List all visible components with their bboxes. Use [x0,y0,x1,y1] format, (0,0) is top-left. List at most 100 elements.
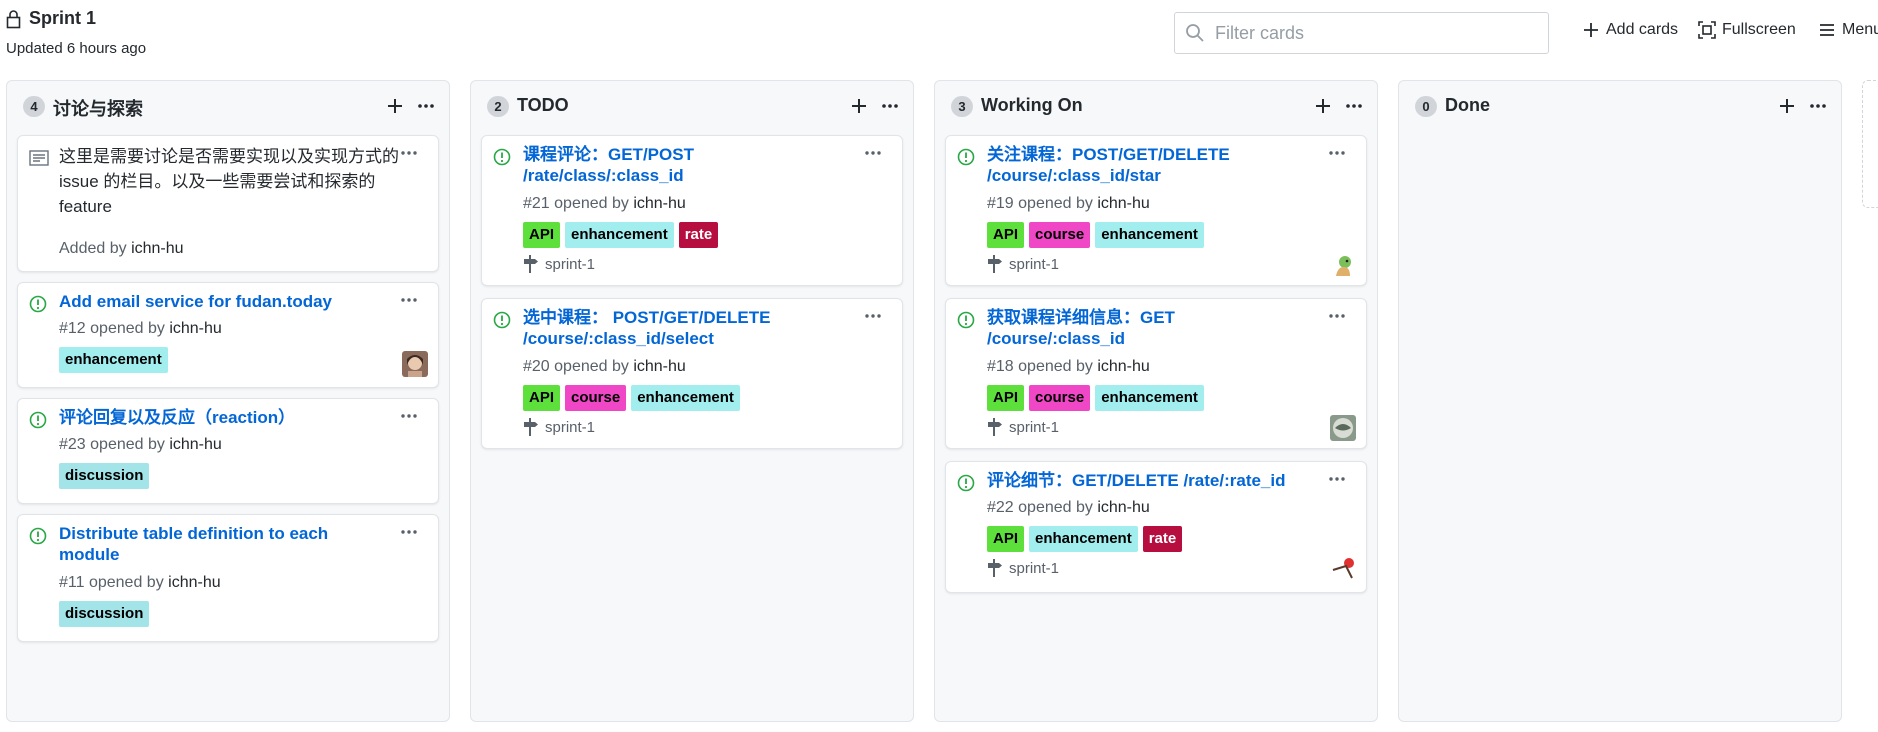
issue-title[interactable]: Distribute table definition to each modu… [59,523,389,565]
card-more-icon[interactable] [1326,144,1348,162]
milestone[interactable]: sprint-1 [523,417,595,437]
card-more-icon[interactable] [1326,470,1348,488]
menu-button[interactable]: Menu [1818,21,1878,39]
more-options-icon[interactable] [1807,95,1829,117]
author-link[interactable]: ichn-hu [169,320,221,337]
issue-card[interactable]: Add email service for fudan.today #12 op… [17,282,439,388]
assignee-avatar[interactable] [1330,252,1356,278]
card-more-icon[interactable] [398,523,420,541]
more-options-icon[interactable] [879,95,901,117]
filter-cards-search[interactable] [1174,12,1549,54]
label-discussion[interactable]: discussion [59,601,150,627]
card-more-icon[interactable] [862,144,884,162]
label-enhancement[interactable]: enhancement [1095,385,1204,411]
open-issue-icon [29,295,47,313]
search-input[interactable] [1215,22,1535,44]
more-options-icon[interactable] [415,95,437,117]
issue-card[interactable]: 评论细节：GET/DELETE /rate/:rate_id #22 opene… [945,461,1367,593]
issue-card[interactable]: 获取课程详细信息：GET /course/:class_id #18 opene… [945,298,1367,449]
label-api[interactable]: API [987,385,1025,411]
add-card-icon[interactable] [1776,95,1798,117]
label-enhancement[interactable]: enhancement [1029,526,1138,552]
issue-title[interactable]: 选中课程： POST/GET/DELETE /course/:class_id/… [523,307,853,349]
card-more-icon[interactable] [862,307,884,325]
label-api[interactable]: API [523,222,561,248]
issue-title[interactable]: 课程评论：GET/POST /rate/class/:class_id [523,144,853,186]
author-link[interactable]: ichn-hu [1097,195,1149,212]
add-card-icon[interactable] [1312,95,1334,117]
author-link[interactable]: ichn-hu [131,240,183,257]
label-enhancement[interactable]: enhancement [59,347,168,373]
note-icon [29,150,49,166]
label-course[interactable]: course [565,385,627,411]
column-header: 0 Done [1399,81,1841,131]
project-header: Sprint 1 Updated 6 hours ago Add cards F… [0,0,1878,72]
author-link[interactable]: ichn-hu [169,436,221,453]
column-title[interactable]: Done [1445,95,1490,116]
label-api[interactable]: API [523,385,561,411]
label-discussion[interactable]: discussion [59,463,150,489]
label-enhancement[interactable]: enhancement [565,222,674,248]
label-course[interactable]: course [1029,222,1091,248]
author-link[interactable]: ichn-hu [1097,358,1149,375]
milestone-label: sprint-1 [545,255,596,273]
card-more-icon[interactable] [398,291,420,309]
add-card-icon[interactable] [848,95,870,117]
issue-meta: #23 opened by ichn-hu [59,436,222,454]
card-more-icon[interactable] [398,407,420,425]
label-list: discussion [59,601,150,627]
label-list: API course enhancement [987,385,1204,411]
issue-number: #11 opened by [59,574,164,591]
label-enhancement[interactable]: enhancement [631,385,740,411]
author-link[interactable]: ichn-hu [1097,499,1149,516]
project-board: 4 讨论与探索 这里是需要讨论是否需要实现以及实现方式的 issue 的栏目。以… [0,80,1878,732]
issue-card[interactable]: 课程评论：GET/POST /rate/class/:class_id #21 … [481,135,903,286]
add-cards-button[interactable]: Add cards [1582,21,1678,39]
label-api[interactable]: API [987,526,1025,552]
issue-title[interactable]: 评论回复以及反应（reaction） [59,407,389,428]
column-title[interactable]: Working On [981,95,1083,116]
project-title[interactable]: Sprint 1 [29,8,96,29]
label-rate[interactable]: rate [678,222,719,248]
open-issue-icon [957,474,975,492]
card-more-icon[interactable] [1326,307,1348,325]
add-card-icon[interactable] [384,95,406,117]
column-title[interactable]: TODO [517,95,569,116]
milestone[interactable]: sprint-1 [987,417,1059,437]
column-title[interactable]: 讨论与探索 [53,95,143,121]
milestone[interactable]: sprint-1 [987,254,1059,274]
issue-card[interactable]: Distribute table definition to each modu… [17,514,439,642]
label-enhancement[interactable]: enhancement [1095,222,1204,248]
issue-title[interactable]: Add email service for fudan.today [59,291,389,312]
issue-title[interactable]: 关注课程：POST/GET/DELETE /course/:class_id/s… [987,144,1317,186]
fullscreen-icon [1698,21,1716,39]
issue-card[interactable]: 选中课程： POST/GET/DELETE /course/:class_id/… [481,298,903,449]
assignee-avatar[interactable] [402,351,428,377]
label-api[interactable]: API [987,222,1025,248]
card-more-icon[interactable] [398,144,420,162]
assignee-avatar[interactable] [1330,415,1356,441]
avatar-image [402,351,428,377]
more-options-icon[interactable] [1343,95,1365,117]
fullscreen-button[interactable]: Fullscreen [1698,21,1796,39]
author-link[interactable]: ichn-hu [168,574,220,591]
milestone-icon [524,418,538,436]
issue-card[interactable]: 关注课程：POST/GET/DELETE /course/:class_id/s… [945,135,1367,286]
issue-title[interactable]: 评论细节：GET/DELETE /rate/:rate_id [987,470,1317,491]
issue-title[interactable]: 获取课程详细信息：GET /course/:class_id [987,307,1317,349]
label-course[interactable]: course [1029,385,1091,411]
column-header: 3 Working On [935,81,1377,131]
label-rate[interactable]: rate [1142,526,1183,552]
author-link[interactable]: ichn-hu [633,195,685,212]
milestone[interactable]: sprint-1 [523,254,595,274]
issue-number: #20 opened by [523,358,629,375]
issue-meta: #11 opened by ichn-hu [59,574,221,592]
open-issue-icon [957,311,975,329]
milestone[interactable]: sprint-1 [987,558,1059,578]
assignee-avatar[interactable] [1330,556,1356,582]
add-column-placeholder[interactable] [1862,80,1878,208]
issue-card[interactable]: 评论回复以及反应（reaction） #23 opened by ichn-hu… [17,398,439,504]
note-card[interactable]: 这里是需要讨论是否需要实现以及实现方式的 issue 的栏目。以及一些需要尝试和… [17,135,439,272]
author-link[interactable]: ichn-hu [633,358,685,375]
issue-meta: #18 opened by ichn-hu [987,358,1150,376]
